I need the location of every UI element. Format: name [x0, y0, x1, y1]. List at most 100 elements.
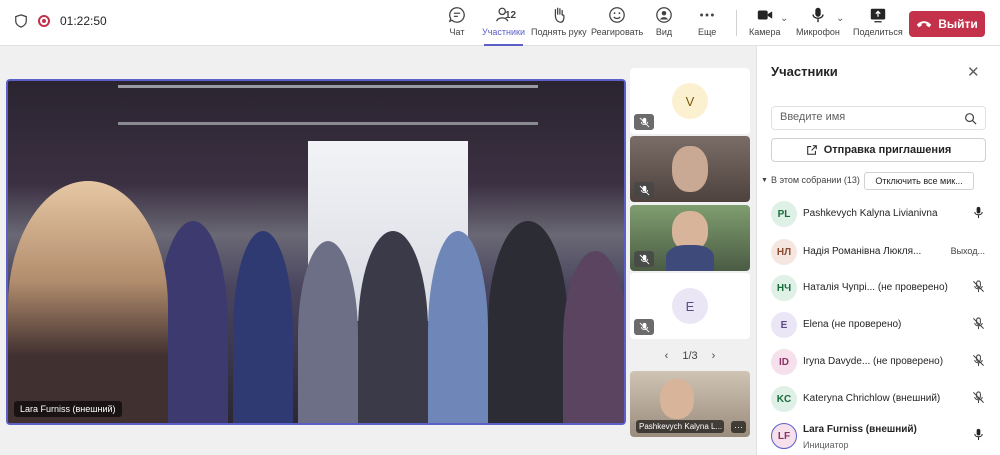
- hang-up-icon: [917, 21, 932, 28]
- avatar: V: [672, 83, 708, 119]
- microphone-icon: [974, 206, 983, 219]
- meeting-timer: 01:22:50: [60, 14, 107, 28]
- muted-mic-icon: [634, 319, 654, 335]
- in-meeting-section-toggle[interactable]: ▼ В этом собрании (13): [761, 175, 860, 185]
- mic-options-chevron-icon[interactable]: ⌄: [836, 13, 844, 24]
- toolbar-divider: [736, 10, 737, 36]
- raise-hand-label: Поднять руку: [531, 27, 587, 37]
- avatar: LF: [771, 423, 797, 449]
- search-input[interactable]: [780, 111, 960, 123]
- leave-button[interactable]: Выйти: [909, 11, 985, 37]
- share-button[interactable]: Поделиться: [853, 6, 903, 42]
- video-face: [660, 379, 694, 419]
- microphone-icon: [974, 428, 983, 441]
- more-button[interactable]: Еще: [698, 6, 716, 42]
- avatar: ID: [771, 349, 797, 375]
- avatar: E: [771, 312, 797, 338]
- view-label: Вид: [655, 27, 673, 37]
- mic-status: [972, 280, 985, 295]
- avatar: НЧ: [771, 275, 797, 301]
- main-video-stage[interactable]: Lara Furniss (внешний): [6, 79, 626, 425]
- stage-truss-decor: [118, 85, 538, 125]
- view-button[interactable]: Вид: [655, 6, 673, 42]
- participant-row[interactable]: НЧ Наталія Чупрі... (не проверено): [771, 274, 991, 304]
- avatar: НЛ: [771, 239, 797, 265]
- mic-label: Микрофон: [796, 27, 840, 37]
- chat-label: Чат: [449, 27, 465, 37]
- meeting-toolbar: 01:22:50 Чат 12 Участники Поднять руку Р…: [0, 0, 1000, 46]
- emoji-icon: [609, 7, 625, 23]
- mic-off-icon: [973, 317, 984, 330]
- share-screen-icon: [870, 8, 886, 23]
- participant-role: Инициатор: [803, 440, 849, 450]
- leave-label: Выйти: [938, 17, 978, 31]
- tile-more-button[interactable]: ···: [731, 421, 746, 433]
- next-page-chevron-icon[interactable]: ›: [712, 350, 716, 362]
- mic-off-icon: [973, 280, 984, 293]
- prev-page-chevron-icon[interactable]: ‹: [665, 350, 669, 362]
- participants-count: 12: [505, 10, 517, 21]
- send-invite-button[interactable]: Отправка приглашения: [771, 138, 986, 162]
- participant-name: Надія Романівна Люкля...: [803, 246, 922, 257]
- avatar: KC: [771, 386, 797, 412]
- camera-button[interactable]: Камера: [749, 6, 780, 42]
- participant-row[interactable]: LF Lara Furniss (внешний) Инициатор: [771, 422, 991, 452]
- participant-status: Выход...: [950, 246, 985, 256]
- raise-hand-button[interactable]: Поднять руку: [531, 6, 587, 42]
- person-figure: [428, 231, 488, 423]
- muted-mic-icon: [634, 114, 654, 130]
- react-button[interactable]: Реагировать: [591, 6, 643, 42]
- participant-name: Наталія Чупрі... (не проверено): [803, 282, 948, 293]
- participants-label: Участники: [482, 27, 525, 37]
- self-video-tile[interactable]: Pashkevych Kalyna L... ···: [630, 371, 750, 437]
- chat-button[interactable]: Чат: [448, 6, 466, 42]
- caret-down-icon: ▼: [761, 176, 768, 184]
- view-icon: [656, 7, 672, 23]
- participant-tile[interactable]: V: [630, 68, 750, 134]
- send-invite-label: Отправка приглашения: [823, 144, 952, 156]
- stage-name-label: Lara Furniss (внешний): [14, 401, 122, 417]
- mute-all-button[interactable]: Отключить все мик...: [864, 172, 974, 190]
- share-icon: [806, 145, 817, 155]
- participant-video-tile[interactable]: [630, 136, 750, 202]
- presenter-figure: [8, 181, 168, 423]
- tile-pager: ‹ 1/3 ›: [630, 347, 750, 365]
- mic-status: [972, 206, 985, 221]
- avatar: E: [672, 288, 708, 324]
- participant-row[interactable]: E Elena (не проверено): [771, 311, 991, 341]
- camera-icon: [757, 10, 772, 20]
- search-field[interactable]: [771, 106, 986, 130]
- participant-row[interactable]: PL Pashkevych Kalyna Livianivna: [771, 200, 991, 230]
- person-figure: [563, 251, 624, 423]
- participant-row[interactable]: ID Iryna Davyde... (не проверено): [771, 348, 991, 378]
- participant-row[interactable]: НЛ Надія Романівна Люкля... Выход...: [771, 238, 991, 268]
- more-label: Еще: [698, 27, 717, 37]
- person-figure: [158, 221, 228, 423]
- participant-name: Iryna Davyde... (не проверено): [803, 356, 944, 367]
- recording-icon: [38, 15, 50, 27]
- section-label: В этом собрании (13): [770, 175, 860, 185]
- participants-button[interactable]: 12 Участники: [482, 6, 525, 46]
- mic-status: [972, 354, 985, 369]
- share-label: Поделиться: [853, 27, 903, 37]
- participant-name: Pashkevych Kalyna Livianivna: [803, 208, 938, 219]
- chat-icon: [448, 7, 465, 23]
- shield-icon: [15, 14, 27, 28]
- muted-mic-icon: [634, 251, 654, 267]
- close-icon[interactable]: ✕: [967, 63, 980, 81]
- participants-panel: Участники ✕ Отправка приглашения ▼ В это…: [756, 46, 1000, 455]
- self-name-label: Pashkevych Kalyna L...: [636, 420, 724, 433]
- mic-off-icon: [973, 354, 984, 367]
- meeting-info: 01:22:50: [14, 14, 107, 28]
- person-figure: [488, 221, 568, 423]
- video-face: [672, 146, 708, 192]
- mic-button[interactable]: Микрофон: [796, 6, 840, 42]
- participant-name: Elena (не проверено): [803, 319, 902, 330]
- participant-tile[interactable]: E: [630, 273, 750, 339]
- participant-row[interactable]: KC Kateryna Chrichlow (внешний): [771, 385, 991, 415]
- participant-video-tile[interactable]: [630, 205, 750, 271]
- video-body: [666, 245, 714, 271]
- camera-label: Камера: [749, 27, 781, 37]
- mic-status: [972, 428, 985, 443]
- camera-options-chevron-icon[interactable]: ⌄: [780, 13, 788, 24]
